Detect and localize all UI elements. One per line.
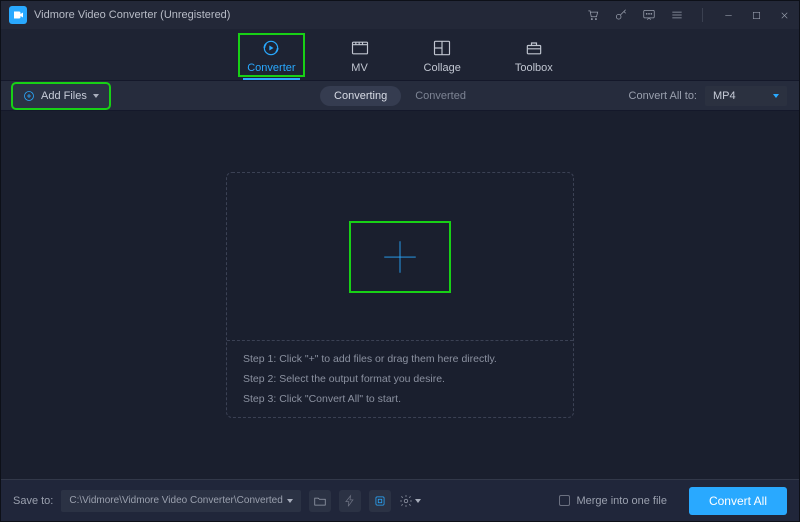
tab-converter[interactable]: Converter — [239, 34, 303, 76]
tab-label: Toolbox — [515, 62, 553, 74]
add-file-plus-button[interactable] — [351, 223, 449, 291]
converter-icon — [261, 38, 281, 58]
save-path-value: C:\Vidmore\Vidmore Video Converter\Conve… — [69, 495, 282, 506]
merge-label: Merge into one file — [576, 495, 667, 507]
cart-icon[interactable] — [586, 8, 600, 22]
key-icon[interactable] — [614, 8, 628, 22]
subtab-converted[interactable]: Converted — [401, 86, 480, 106]
chevron-down-icon — [415, 499, 421, 503]
format-value: MP4 — [713, 90, 736, 102]
hw-accel-toggle[interactable] — [339, 490, 361, 512]
open-folder-button[interactable] — [309, 490, 331, 512]
titlebar: Vidmore Video Converter (Unregistered) — [1, 1, 799, 29]
minimize-button[interactable] — [721, 8, 735, 22]
tab-collage[interactable]: Collage — [416, 34, 469, 76]
settings-button[interactable] — [399, 490, 421, 512]
output-format-select[interactable]: MP4 — [705, 86, 787, 106]
convert-all-to-label: Convert All to: — [629, 90, 697, 102]
feedback-icon[interactable] — [642, 8, 656, 22]
subtabs: Converting Converted — [320, 86, 480, 106]
checkbox-icon — [559, 495, 570, 506]
toolbox-icon — [524, 38, 544, 58]
window-title: Vidmore Video Converter (Unregistered) — [34, 9, 579, 21]
mv-icon — [350, 38, 370, 58]
collage-icon — [432, 38, 452, 58]
chevron-down-icon — [93, 94, 99, 98]
add-files-button[interactable]: Add Files — [13, 84, 109, 108]
tab-label: Converter — [247, 62, 295, 74]
main-content: Step 1: Click "+" to add files or drag t… — [1, 111, 799, 479]
dropzone[interactable]: Step 1: Click "+" to add files or drag t… — [226, 172, 574, 418]
save-path-select[interactable]: C:\Vidmore\Vidmore Video Converter\Conve… — [61, 490, 301, 512]
tab-label: MV — [351, 62, 368, 74]
step-text: Step 2: Select the output format you des… — [243, 373, 557, 385]
chevron-down-icon — [773, 94, 779, 98]
step-text: Step 3: Click "Convert All" to start. — [243, 393, 557, 405]
app-window: Vidmore Video Converter (Unregistered) C… — [0, 0, 800, 522]
app-logo — [9, 6, 27, 24]
menu-icon[interactable] — [670, 8, 684, 22]
save-to-label: Save to: — [13, 495, 53, 507]
main-tabs: Converter MV Collage Toolbox — [1, 29, 799, 81]
close-button[interactable] — [777, 8, 791, 22]
toolbar: Add Files Converting Converted Convert A… — [1, 81, 799, 111]
tab-mv[interactable]: MV — [342, 34, 378, 76]
tab-toolbox[interactable]: Toolbox — [507, 34, 561, 76]
maximize-button[interactable] — [749, 8, 763, 22]
convert-all-button[interactable]: Convert All — [689, 487, 787, 515]
instructions: Step 1: Click "+" to add files or drag t… — [227, 340, 573, 417]
chevron-down-icon — [287, 499, 293, 503]
subtab-converting[interactable]: Converting — [320, 86, 401, 106]
merge-checkbox[interactable]: Merge into one file — [559, 495, 667, 507]
step-text: Step 1: Click "+" to add files or drag t… — [243, 353, 557, 365]
gpu-toggle[interactable] — [369, 490, 391, 512]
tab-label: Collage — [424, 62, 461, 74]
add-files-label: Add Files — [41, 90, 87, 102]
footer: Save to: C:\Vidmore\Vidmore Video Conver… — [1, 479, 799, 521]
separator — [702, 8, 703, 22]
